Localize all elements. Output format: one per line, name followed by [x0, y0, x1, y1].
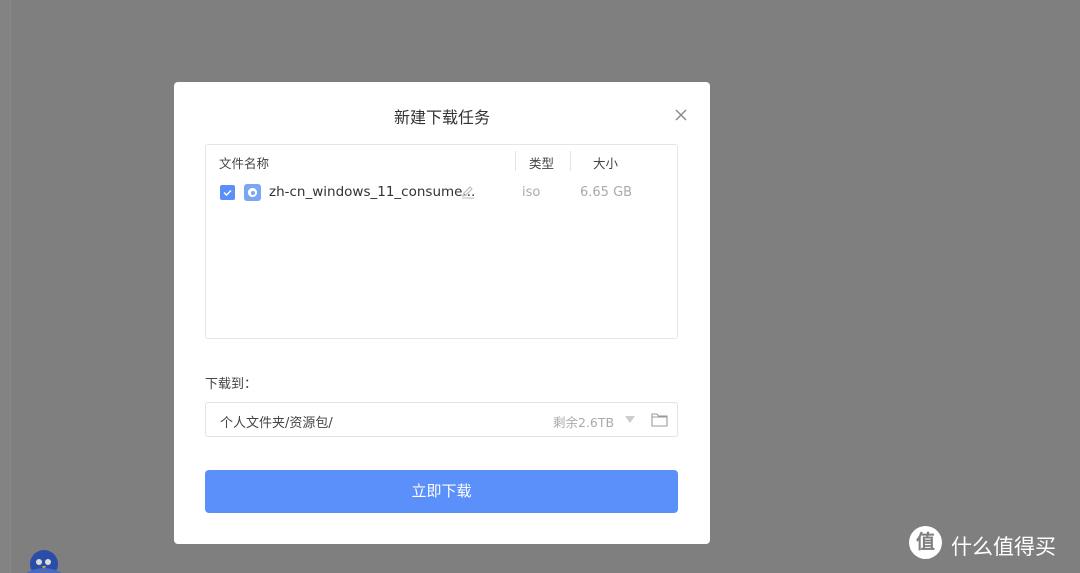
chevron-down-icon[interactable] — [625, 416, 635, 423]
dialog-title: 新建下载任务 — [393, 108, 490, 127]
disc-image-icon — [244, 184, 261, 201]
table-row: zh-cn_windows_11_consume... iso 6.65 GB — [206, 183, 677, 203]
file-list-table: 文件名称 类型 大小 zh-cn_windows_11_consume... i… — [205, 144, 678, 339]
column-divider — [570, 151, 571, 171]
file-checkbox[interactable] — [220, 185, 235, 200]
close-icon[interactable] — [672, 106, 690, 124]
edit-pencil-icon[interactable] — [460, 184, 476, 200]
file-size: 6.65 GB — [580, 185, 633, 200]
folder-icon[interactable] — [651, 412, 668, 427]
header-type: 类型 — [529, 156, 555, 171]
header-file-name: 文件名称 — [219, 156, 270, 171]
destination-label: 下载到： — [205, 377, 258, 392]
column-divider — [515, 151, 516, 171]
background-sidebar — [0, 0, 11, 573]
mascot-bird-icon — [26, 550, 62, 573]
free-space: 剩余2.6TB — [553, 415, 615, 430]
file-name: zh-cn_windows_11_consume... — [269, 184, 476, 200]
header-size: 大小 — [593, 156, 619, 171]
new-download-dialog: 新建下载任务 文件名称 类型 大小 zh-cn_windows_11_consu… — [174, 82, 710, 544]
destination-path-select[interactable]: 个人文件夹/资源包/ 剩余2.6TB — [205, 402, 678, 437]
download-now-button[interactable]: 立即下载 — [205, 470, 678, 513]
watermark-brand: 什么值得买 — [951, 535, 1056, 559]
file-type: iso — [522, 185, 541, 200]
destination-path: 个人文件夹/资源包/ — [220, 416, 333, 431]
watermark-logo: 值 — [909, 526, 942, 559]
